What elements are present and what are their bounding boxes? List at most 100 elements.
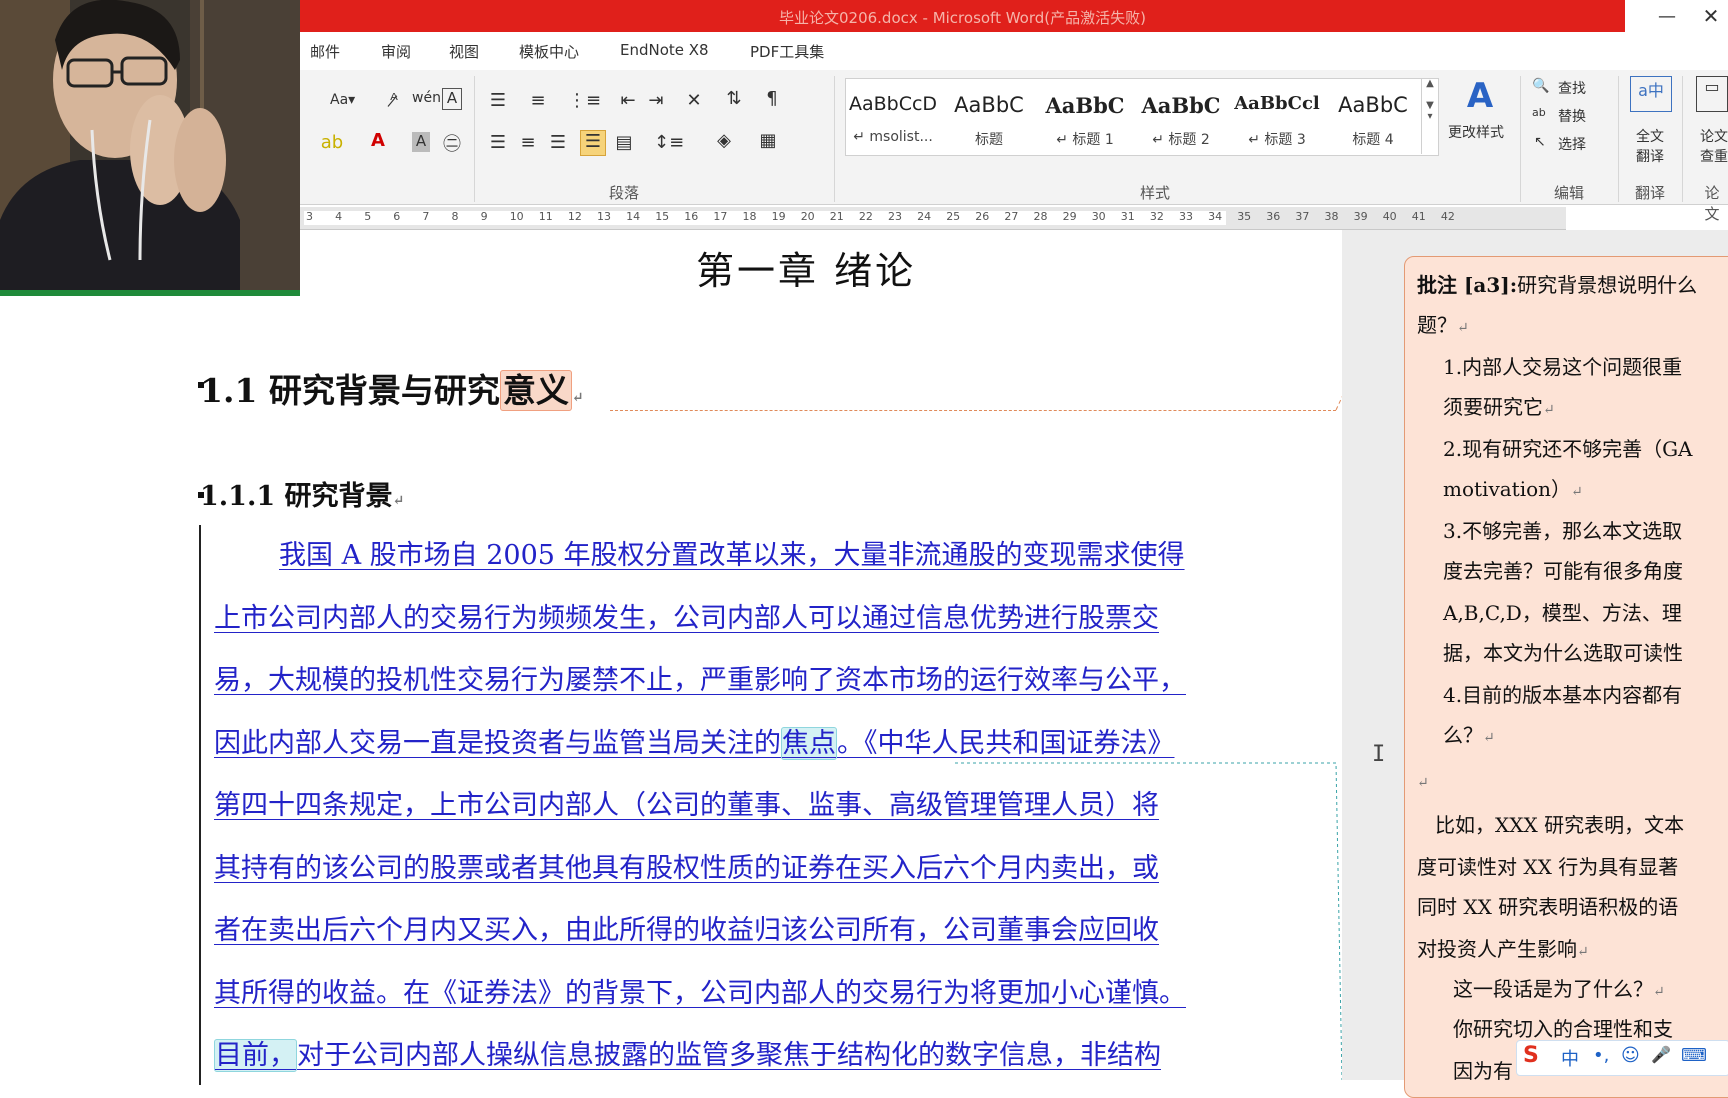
style-name: ↵ 标题 3 [1248, 132, 1306, 148]
bullets-icon[interactable]: ☰ [486, 90, 510, 111]
font-color-icon[interactable]: A [366, 130, 390, 151]
comment-line: motivation）↵ [1443, 477, 1583, 501]
highlight-icon[interactable]: ab [320, 132, 344, 153]
group-separator [1682, 76, 1683, 202]
ruler-tick-label: 9 [480, 210, 488, 223]
tab-pdf-tools[interactable]: PDF工具集 [750, 41, 824, 62]
change-styles-button[interactable]: 更改样式 [1448, 122, 1504, 142]
line-spacing-icon[interactable]: ↕≡ [654, 132, 684, 153]
thesis-check-icon[interactable]: ▭ [1696, 76, 1728, 112]
comment-balloon[interactable]: 批注 [a3]:研究背景想说明什么 题？↵ 1.内部人交易这个问题很重 须要研究… [1404, 256, 1728, 1098]
align-right-icon[interactable]: ☰ [546, 132, 570, 153]
ime-voice-icon[interactable]: 🎤 [1651, 1045, 1671, 1064]
commented-text-highlight[interactable]: 意义 [499, 370, 572, 411]
ime-keyboard-icon[interactable]: ⌨ [1681, 1045, 1707, 1066]
title-bar: 毕业论文0206.docx - Microsoft Word(产品激活失败) —… [300, 0, 1728, 32]
find-icon: 🔍 [1532, 78, 1550, 94]
presenter-video-image [0, 0, 300, 296]
ruler-tick-label: 15 [655, 210, 670, 223]
chinese-layout-icon[interactable]: ✕ [682, 90, 706, 111]
char-shading-icon[interactable]: A [412, 132, 430, 152]
font-size-case-dropdown[interactable]: Aa▾ [330, 92, 355, 108]
ruler-tick-label: 29 [1062, 210, 1077, 223]
style-sample: AaBbC [1338, 93, 1408, 117]
comment-line: 题？↵ [1417, 313, 1469, 337]
ruler-tick-label: 12 [567, 210, 582, 223]
paragraph-line: 其所得的收益。在《证券法》的背景下，公司内部人的交易行为将更加小心谨慎。 [214, 977, 1186, 1009]
translate-icon[interactable]: a中 [1630, 76, 1672, 112]
ime-punctuation-icon[interactable]: •, [1593, 1045, 1609, 1066]
tab-mailings[interactable]: 邮件 [310, 41, 340, 62]
paragraph-line: 上市公司内部人的交易行为频频发生，公司内部人可以通过信息优势进行股票交 [214, 602, 1159, 634]
sort-icon[interactable]: ⇅ [722, 88, 746, 109]
minimize-button[interactable]: — [1652, 6, 1682, 27]
ruler-tick-label: 26 [975, 210, 990, 223]
align-left-icon[interactable]: ☰ [486, 132, 510, 153]
ruler-tick-label: 36 [1266, 210, 1281, 223]
sogou-logo-icon[interactable]: S [1523, 1043, 1539, 1068]
borders-icon[interactable]: ▦ [756, 130, 780, 151]
ruler-tick-label: 4 [335, 210, 343, 223]
multilevel-list-icon[interactable]: ⋮≡ [568, 90, 601, 111]
body-paragraph[interactable]: 我国 A 股市场自 2005 年股权分置改革以来，大量非流通股的变现需求使得 上… [214, 525, 1324, 1088]
tab-view[interactable]: 视图 [449, 41, 479, 62]
comment-line: 3.不够完善，那么本文选取 [1443, 519, 1683, 543]
clear-format-icon[interactable]: ᴬ̷ [382, 90, 406, 111]
select-button[interactable]: 选择 [1558, 134, 1586, 154]
paragraph-line: 第四十四条规定，上市公司内部人（公司的董事、监事、高级管理管理人员）将 [214, 790, 1159, 821]
comment-line: 4.目前的版本基本内容都有 [1443, 683, 1683, 707]
comment-line: 2.现有研究还不够完善（GA [1443, 437, 1693, 461]
full-translate-line2[interactable]: 翻译 [1636, 146, 1664, 166]
change-styles-icon[interactable]: A [1455, 76, 1505, 116]
commented-text-highlight[interactable]: 目前， [214, 1039, 297, 1072]
justify-icon[interactable]: ☰ [580, 130, 606, 156]
tab-endnote[interactable]: EndNote X8 [620, 41, 709, 59]
document-page[interactable]: 第一章 绪论 1.1 研究背景与研究意义 ↵ 1.1.1 研究背景↵ 我国 A 股… [0, 230, 1342, 1085]
numbering-icon[interactable]: ≡ [526, 90, 550, 111]
style-msolist[interactable]: AaBbCcD ↵ msolist... [846, 79, 940, 155]
comment-line: A,B,C,D，模型、方法、理 [1443, 601, 1682, 625]
comment-line: 研究背景想说明什么 [1517, 273, 1698, 297]
ime-mode-chinese[interactable]: 中 [1561, 1045, 1579, 1071]
full-translate-line1[interactable]: 全文 [1636, 126, 1664, 146]
style-sample: AaBbC [954, 93, 1024, 117]
decrease-indent-icon[interactable]: ⇤ [616, 90, 640, 111]
window-title: 毕业论文0206.docx - Microsoft Word(产品激活失败) [778, 9, 1146, 27]
phonetic-guide-icon[interactable]: wén [412, 90, 441, 106]
find-button[interactable]: 查找 [1558, 78, 1586, 98]
style-heading-3[interactable]: AaBbCcl ↵ 标题 3 [1230, 79, 1324, 155]
comment-line: 须要研究它↵ [1443, 395, 1555, 419]
show-marks-icon[interactable]: ¶ [760, 88, 784, 109]
thesis-check-line2[interactable]: 查重 [1700, 146, 1728, 166]
style-heading-2[interactable]: AaBbC ↵ 标题 2 [1134, 79, 1228, 155]
increase-indent-icon[interactable]: ⇥ [644, 90, 668, 111]
gallery-scroll[interactable]: ▲ ▼ ▾ [1421, 78, 1438, 154]
char-border-icon[interactable]: A [442, 88, 462, 110]
paragraph-line: 其持有的该公司的股票或者其他具有股权性质的证券在买入后六个月内卖出，或 [214, 852, 1159, 884]
align-center-icon[interactable]: ≡ [516, 132, 540, 153]
ruler-tick-label: 18 [742, 210, 757, 223]
style-title[interactable]: AaBbC 标题 [942, 79, 1036, 155]
ime-toolbar[interactable]: S 中 •, ☺ 🎤 ⌨ [1516, 1040, 1728, 1076]
horizontal-ruler[interactable]: 3 4 5 6 7 8 9 10 11 12 13 14 15 16 17 18 19 20 21 22 23 24 25 2… [300, 207, 1566, 230]
distributed-icon[interactable]: ▤ [612, 132, 636, 153]
style-heading-1[interactable]: AaBbC ↵ 标题 1 [1038, 79, 1132, 155]
group-label-editing: 编辑 [1553, 184, 1584, 202]
thesis-check-line1[interactable]: 论文 [1700, 126, 1728, 146]
tab-review[interactable]: 审阅 [381, 41, 411, 62]
paragraph-line: 目前，对于公司内部人操纵信息披露的监管多聚焦于结构化的数字信息，非结构 [214, 1025, 1324, 1088]
comment-line: 这一段话是为了什么？↵ [1453, 977, 1665, 1001]
style-heading-4[interactable]: AaBbC 标题 4 [1326, 79, 1420, 155]
close-button[interactable]: ✕ [1696, 4, 1726, 28]
ruler-tick-label: 19 [771, 210, 786, 223]
shading-icon[interactable]: ◈ [712, 130, 736, 151]
comment-line: 么？↵ [1443, 723, 1495, 747]
replace-button[interactable]: 替换 [1558, 106, 1586, 126]
enclose-char-icon[interactable]: ㊁ [440, 130, 464, 156]
tab-template-center[interactable]: 模板中心 [519, 41, 579, 62]
commented-text-highlight[interactable]: 焦点 [781, 726, 837, 760]
select-icon: ↖ [1534, 134, 1546, 150]
style-name: 标题 [975, 132, 1003, 148]
ime-emoji-icon[interactable]: ☺ [1621, 1045, 1640, 1066]
ruler-tick-label: 10 [509, 210, 524, 223]
